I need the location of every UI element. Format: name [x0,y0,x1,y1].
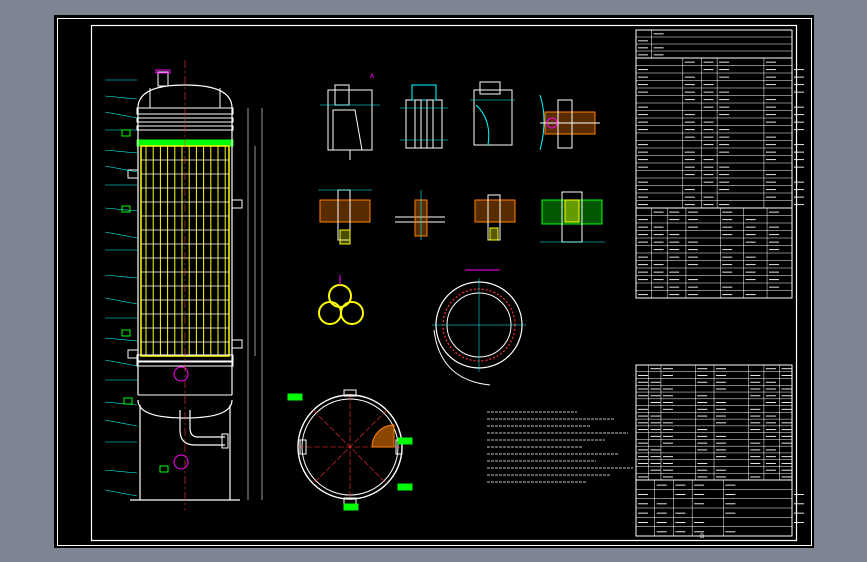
revision-mark: B [700,533,704,540]
svg-text:A: A [370,73,375,80]
vessel-elevation-view [104,60,263,510]
detail-views: A [287,73,633,511]
drawing-viewer[interactable]: A B [0,0,867,562]
cad-drawing: A B [57,18,812,546]
title-block-tables [635,29,804,537]
